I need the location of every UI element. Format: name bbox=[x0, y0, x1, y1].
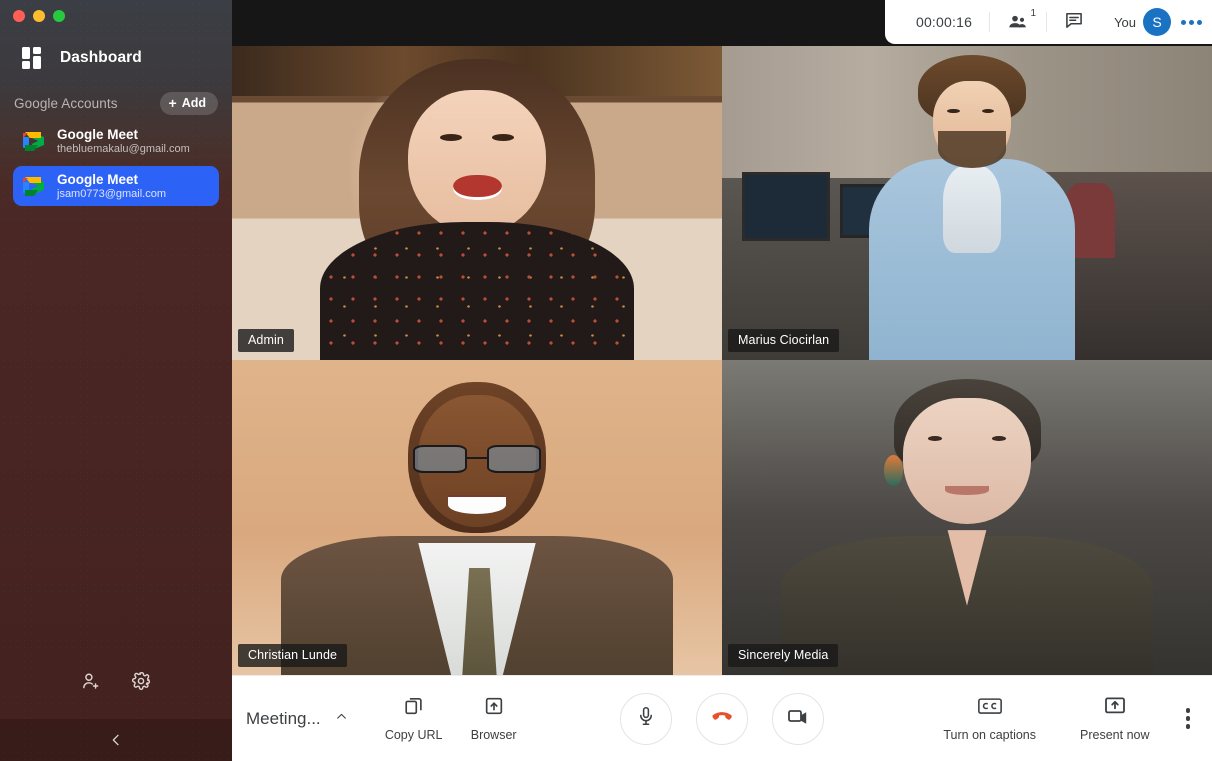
meeting-selector-label: Meeting... bbox=[246, 709, 321, 729]
browser-label: Browser bbox=[471, 728, 517, 742]
primary-call-controls bbox=[620, 693, 824, 745]
participant-name-label: Sincerely Media bbox=[728, 644, 838, 667]
chevron-up-icon bbox=[333, 710, 350, 728]
meet-main-area: 00:00:16 1 bbox=[232, 0, 1212, 761]
timer-value: 00:00:16 bbox=[916, 14, 972, 30]
add-account-label: Add bbox=[182, 96, 206, 110]
chat-icon bbox=[1063, 10, 1085, 35]
gear-icon[interactable] bbox=[131, 671, 151, 691]
more-horizontal-icon[interactable] bbox=[1171, 20, 1204, 25]
minimize-window-button[interactable] bbox=[33, 10, 45, 22]
you-account-chip[interactable]: You S bbox=[1102, 8, 1171, 36]
video-tile-admin[interactable]: Admin bbox=[232, 46, 722, 360]
account-email: jsam0773@gmail.com bbox=[57, 188, 166, 201]
video-camera-icon bbox=[786, 704, 810, 733]
participant-name-label: Admin bbox=[238, 329, 294, 352]
dashboard-label: Dashboard bbox=[60, 49, 142, 67]
meeting-selector[interactable]: Meeting... bbox=[232, 709, 350, 729]
present-now-button[interactable]: Present now bbox=[1058, 696, 1171, 742]
add-account-button[interactable]: + Add bbox=[160, 92, 219, 115]
sidebar-tools bbox=[0, 664, 232, 698]
accounts-section-title: Google Accounts bbox=[14, 96, 118, 111]
account-name: Google Meet bbox=[57, 127, 190, 142]
video-tile-christian-lunde[interactable]: Christian Lunde bbox=[232, 360, 722, 675]
you-label: You bbox=[1114, 15, 1136, 30]
meeting-timer: 00:00:16 bbox=[899, 0, 989, 44]
maximize-window-button[interactable] bbox=[53, 10, 65, 22]
chat-button[interactable] bbox=[1046, 0, 1102, 44]
meet-topbar: 00:00:16 1 bbox=[232, 0, 1212, 46]
microphone-icon bbox=[635, 705, 657, 732]
utility-buttons: Copy URL Browser bbox=[350, 695, 534, 742]
people-icon: 1 bbox=[1006, 12, 1029, 32]
close-window-button[interactable] bbox=[13, 10, 25, 22]
microphone-button[interactable] bbox=[620, 693, 672, 745]
secondary-controls: Turn on captions Present now bbox=[921, 696, 1212, 742]
participant-video-feed bbox=[232, 360, 722, 675]
turn-on-captions-button[interactable]: Turn on captions bbox=[921, 696, 1058, 742]
end-call-icon bbox=[709, 703, 735, 734]
chevron-left-icon bbox=[108, 732, 124, 748]
copy-icon bbox=[403, 695, 425, 722]
open-in-browser-icon bbox=[483, 695, 505, 722]
account-email: thebluemakalu@gmail.com bbox=[57, 143, 190, 156]
avatar: S bbox=[1143, 8, 1171, 36]
present-screen-icon bbox=[1103, 696, 1127, 721]
sidebar: Dashboard Google Accounts + Add Google M… bbox=[0, 0, 232, 761]
account-name: Google Meet bbox=[57, 172, 166, 187]
account-item-jsam0773[interactable]: Google Meet jsam0773@gmail.com bbox=[13, 166, 219, 206]
participant-video-feed bbox=[722, 46, 1212, 360]
participants-button[interactable]: 1 bbox=[989, 0, 1046, 44]
account-list: Google Meet thebluemakalu@gmail.com Goog… bbox=[0, 120, 232, 206]
dashboard-grid-icon bbox=[22, 47, 44, 69]
sidebar-item-dashboard[interactable]: Dashboard bbox=[0, 42, 232, 74]
video-grid: Admin Marius Ciocirlan bbox=[232, 46, 1212, 675]
closed-captions-icon bbox=[977, 696, 1003, 721]
add-person-icon[interactable] bbox=[81, 671, 101, 691]
participant-video-feed bbox=[722, 360, 1212, 675]
video-tile-marius-ciocirlan[interactable]: Marius Ciocirlan bbox=[722, 46, 1212, 360]
topbar-controls-pill: 00:00:16 1 bbox=[885, 0, 1212, 44]
copy-url-button[interactable]: Copy URL bbox=[374, 695, 454, 742]
end-call-button[interactable] bbox=[696, 693, 748, 745]
plus-icon: + bbox=[169, 96, 177, 110]
meeting-control-bar: Meeting... Copy URL bbox=[232, 675, 1212, 761]
captions-label: Turn on captions bbox=[943, 728, 1036, 742]
window-traffic-lights bbox=[13, 10, 65, 22]
google-meet-icon bbox=[23, 131, 45, 151]
app-window: Dashboard Google Accounts + Add Google M… bbox=[0, 0, 1212, 761]
participant-name-label: Christian Lunde bbox=[238, 644, 347, 667]
participant-name-label: Marius Ciocirlan bbox=[728, 329, 839, 352]
accounts-header: Google Accounts + Add bbox=[0, 90, 232, 116]
copy-url-label: Copy URL bbox=[385, 728, 443, 742]
camera-button[interactable] bbox=[772, 693, 824, 745]
participants-count: 1 bbox=[1031, 8, 1037, 19]
video-tile-sincerely-media[interactable]: Sincerely Media bbox=[722, 360, 1212, 675]
browser-button[interactable]: Browser bbox=[454, 695, 534, 742]
collapse-sidebar-button[interactable] bbox=[0, 719, 232, 761]
more-vertical-icon[interactable] bbox=[1172, 708, 1212, 729]
account-item-thebluemakalu[interactable]: Google Meet thebluemakalu@gmail.com bbox=[13, 120, 219, 162]
participant-video-feed bbox=[232, 46, 722, 360]
google-meet-icon bbox=[23, 176, 45, 196]
present-now-label: Present now bbox=[1080, 728, 1149, 742]
